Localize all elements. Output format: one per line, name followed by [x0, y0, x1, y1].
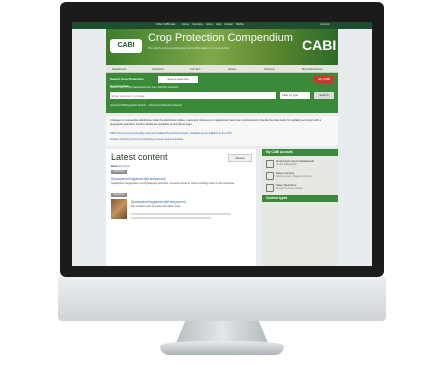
notice-text: Changes to Compendia distribution data: … — [110, 119, 321, 126]
nav-more-resources[interactable]: More Resources — [302, 67, 323, 71]
search-button[interactable]: Search — [314, 92, 334, 99]
filter-type-select[interactable]: Filter by type — [280, 92, 310, 99]
topbar-link-about[interactable]: About — [206, 23, 213, 26]
search-panel: Search Crop Protection Compendium Saved … — [106, 73, 338, 113]
monitor-stand-neck — [176, 321, 268, 343]
section-label: Basic — [111, 165, 118, 168]
horizon-scanning-link[interactable]: Horizon Scanning Tool for prioritizing i… — [110, 138, 184, 141]
nav-glossary[interactable]: Glossary — [264, 67, 275, 71]
search-hint: Search over 27,000 datasheets and over 1… — [110, 86, 179, 89]
save-searches-icon — [266, 184, 274, 192]
latest-item-link[interactable]: Spodoptera frugiperda (fall armyworm) — [111, 177, 166, 181]
save-content-sub: Articles, books, images and more — [276, 175, 312, 178]
advanced-bibliographic-search-link[interactable]: Advanced Bibliographic Search — [110, 104, 146, 107]
notice-box: Changes to Compendia distribution data: … — [106, 116, 338, 146]
banner-title: Crop Protection Compendium — [148, 32, 293, 44]
content-types-header: Content types — [262, 195, 338, 202]
my-cabi-button[interactable]: My CABI — [314, 76, 334, 83]
tab-search-compendium[interactable]: Search Crop Protection Compendium — [110, 76, 156, 88]
pra-tool-link[interactable]: PRA Tool for pest commodity and pest Ini… — [110, 132, 233, 135]
section-line: Basic All | None — [111, 165, 130, 168]
site-banner: CABI Crop Protection Compendium The worl… — [106, 29, 338, 65]
text-placeholder-line — [131, 213, 231, 215]
tab-saved-searches[interactable]: Saved searches — [158, 76, 198, 83]
latest-item-desc: Spodoptera frugiperda is a polyphagous p… — [111, 182, 235, 185]
datasheet-badge: Datasheet — [111, 170, 127, 174]
topbar-link-home[interactable]: Home — [182, 23, 189, 26]
banner-subtitle: The world's most comprehensive site for … — [148, 47, 230, 50]
email-export-sub: Create bibliography — [276, 163, 297, 166]
advanced-links: Advanced Bibliographic Search Advanced D… — [110, 104, 182, 107]
section-filter-link[interactable]: All | None — [119, 165, 130, 168]
nav-abstracts[interactable]: Abstracts — [152, 67, 164, 71]
latest-item-link[interactable]: Spodoptera frugiperda (fall armyworm) — [131, 200, 186, 204]
main-nav: Datasheets Abstracts Full Text Library G… — [106, 65, 338, 73]
monitor-stand-base — [160, 341, 284, 355]
topbar-link-help[interactable]: Help — [216, 23, 221, 26]
top-utility-bar: Other CABI sites Home Overview About Hel… — [72, 22, 372, 29]
save-searches-sub: Access the latest content — [276, 187, 303, 190]
sidebar: My CABI Account Email and export datashe… — [262, 149, 338, 266]
save-content-icon — [266, 172, 274, 180]
account-link[interactable]: Account — [320, 23, 329, 26]
topbar-link-mobile[interactable]: Mobile — [236, 23, 244, 26]
monitor-screen: Other CABI sites Home Overview About Hel… — [72, 22, 372, 266]
latest-content-panel: Latest content Recent Basic All | None D… — [106, 149, 256, 266]
item-thumbnail[interactable] — [111, 199, 127, 219]
nav-full-text[interactable]: Full Text — [190, 67, 200, 71]
latest-content-title: Latest content — [111, 152, 168, 162]
cabi-brand-mark: CABI — [302, 37, 337, 53]
datasheet-badge: Datasheet — [111, 193, 127, 197]
advanced-datasheet-search-link[interactable]: Advanced Datasheet Search — [149, 104, 182, 107]
nav-datasheets[interactable]: Datasheets — [112, 67, 126, 71]
monitor-chin — [58, 277, 386, 321]
text-placeholder-line — [131, 217, 211, 219]
email-export-icon — [266, 160, 274, 168]
recent-button[interactable]: Recent — [228, 154, 252, 162]
cabi-logo[interactable]: CABI — [110, 39, 142, 53]
topbar-link-contact[interactable]: Contact — [224, 23, 233, 26]
my-cabi-account-header: My CABI Account — [262, 149, 338, 156]
nav-library[interactable]: Library — [228, 67, 237, 71]
latest-item-desc: Key invasive pest of maize and other cro… — [131, 205, 182, 208]
search-input[interactable] — [110, 92, 276, 99]
topbar-link-overview[interactable]: Overview — [192, 23, 203, 26]
topbar-link-other-sites[interactable]: Other CABI sites — [156, 23, 175, 26]
